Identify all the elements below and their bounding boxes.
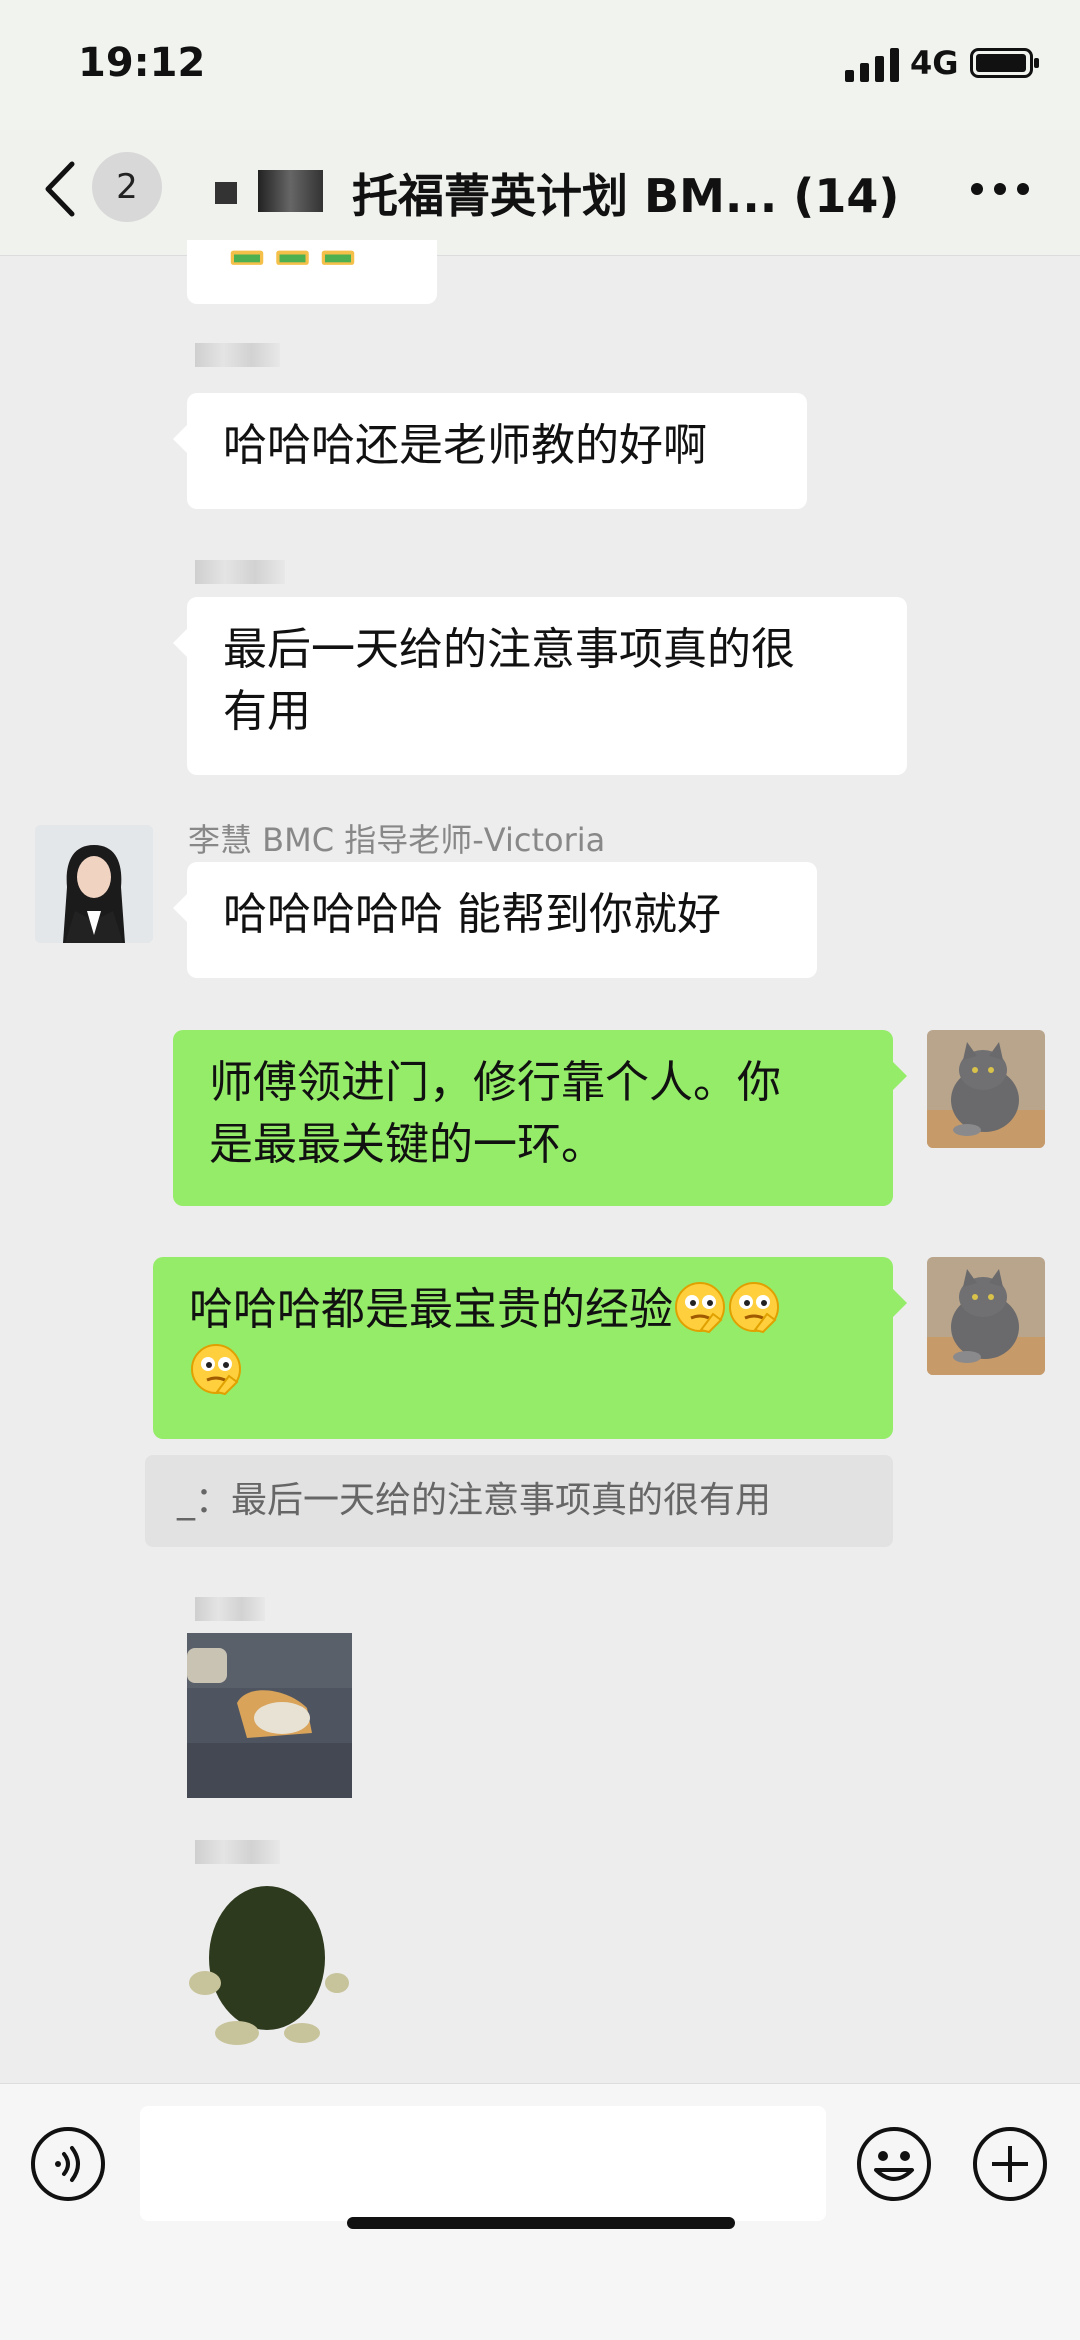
my-avatar[interactable] [927,1030,1045,1148]
home-indicator[interactable] [347,2217,735,2229]
input-bar [0,2083,1080,2340]
unread-badge[interactable]: 2 [92,152,162,222]
thinking-emoji-icon [191,1344,241,1396]
chat-header: 2 托福菁英计划 BM... (14) [0,130,1080,256]
chat-title[interactable]: 托福菁英计划 BM... (14) [352,160,899,226]
sender-name: 李慧 BMC 指导老师-Victoria [188,821,606,859]
dog-photo-icon [187,1633,352,1798]
my-avatar[interactable] [927,1257,1045,1375]
thinking-emoji-icon [675,1282,725,1334]
message-text: 哈哈哈都是最宝贵的经验 [189,1284,673,1335]
status-bar: 19:12 4G [0,0,1080,130]
voice-icon[interactable] [30,2126,106,2202]
message-bubble[interactable] [187,240,437,304]
quoted-message[interactable]: _：最后一天给的注意事项真的很有用 [145,1455,893,1547]
message-text-line1: 最后一天给的注意事项真的很 [223,624,795,675]
message-bubble[interactable]: 哈哈哈还是老师教的好啊 [173,393,807,509]
signal-icon [845,48,899,82]
blurred-icon [258,170,323,212]
plus-icon[interactable] [972,2126,1048,2202]
message-text-line2: 有用 [223,686,311,737]
thinking-emoji-icon [729,1282,779,1334]
more-dots-icon[interactable] [970,182,1030,196]
message-input[interactable] [140,2106,826,2221]
chevron-left-icon[interactable] [40,158,80,220]
sender-name-blurred [195,1840,280,1864]
cat-avatar-icon [927,1030,1045,1148]
sticker-message[interactable] [187,1883,352,2048]
message-bubble-outgoing[interactable]: 师傅领进门，修行靠个人。你 是最最关键的一环。 [173,1030,907,1206]
message-text: 哈哈哈还是老师教的好啊 [223,420,707,471]
sender-name-blurred [195,1597,265,1621]
sender-name-blurred [195,343,280,367]
battery-icon [970,48,1039,78]
person-avatar-icon [35,825,153,943]
message-bubble-outgoing[interactable]: 哈哈哈都是最宝贵的经验 [153,1257,907,1439]
avatar[interactable] [35,825,153,943]
message-text: 哈哈哈哈哈 能帮到你就好 [223,889,721,940]
blurred-icon [215,182,237,204]
emoji-icon[interactable] [856,2126,932,2202]
money-emoji-icon [230,250,355,265]
network-type: 4G [910,44,959,82]
message-text-line1: 师傅领进门，修行靠个人。你 [209,1057,781,1108]
image-message[interactable] [187,1633,352,1798]
message-bubble[interactable]: 最后一天给的注意事项真的很 有用 [173,597,907,775]
turtle-sticker-icon [189,1886,349,2045]
cat-avatar-icon [927,1257,1045,1375]
sender-name-blurred [195,560,285,584]
message-bubble[interactable]: 哈哈哈哈哈 能帮到你就好 [173,862,817,978]
status-time: 19:12 [78,40,206,86]
message-text-line2: 是最最关键的一环。 [209,1119,605,1170]
